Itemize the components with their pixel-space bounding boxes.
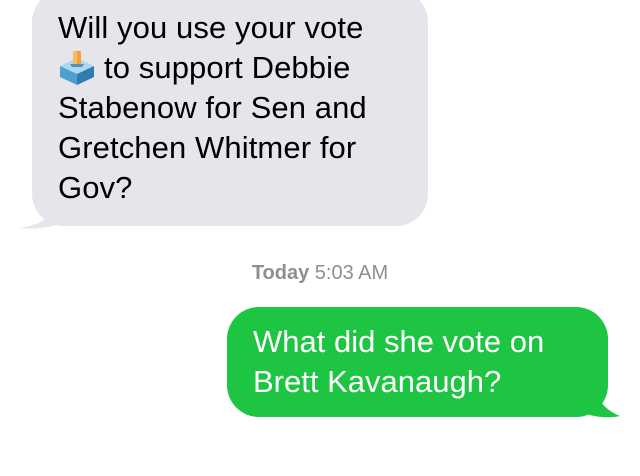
timestamp-time: 5:03 AM [314,262,389,284]
ballot-box-icon [60,51,94,85]
incoming-line-2-text: to support Debbie [104,50,351,85]
incoming-line-4: Gretchen Whitmer for [58,130,357,165]
incoming-line-5: Gov? [58,170,133,205]
incoming-message-text: Will you use your vote to support Debbie… [58,8,408,208]
outgoing-line-1: What did she vote on [253,324,545,359]
message-thread: Will you use your vote to support Debbie… [0,0,640,476]
timestamp-day: Today [251,262,310,284]
outgoing-message-text: What did she vote on Brett Kavanaugh? [253,322,593,402]
incoming-line-3: Stabenow for Sen and [58,90,367,125]
incoming-line-2: to support Debbie [58,48,408,88]
message-timestamp: Today 5:03 AM [0,262,640,285]
incoming-line-1: Will you use your vote [58,10,364,45]
outgoing-line-2: Brett Kavanaugh? [253,364,502,399]
